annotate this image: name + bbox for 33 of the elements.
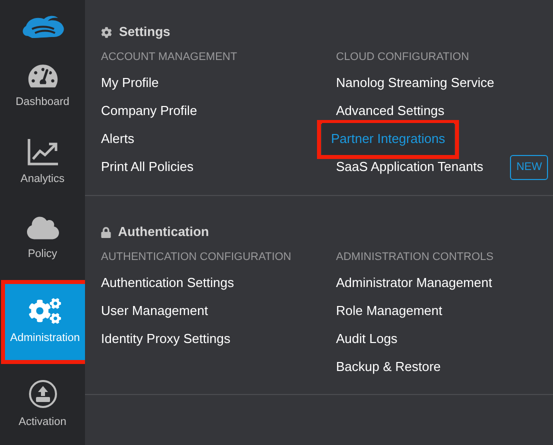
gauge-icon bbox=[28, 63, 58, 90]
line-chart-icon bbox=[26, 138, 58, 166]
menu-item[interactable]: Administrator Management bbox=[336, 273, 492, 293]
column-heading: AUTHENTICATION CONFIGURATION bbox=[101, 250, 292, 265]
menu-item[interactable]: Identity Proxy Settings bbox=[101, 329, 230, 349]
gears-icon bbox=[29, 297, 61, 326]
nav-item[interactable]: Analytics bbox=[0, 132, 85, 194]
column-heading: ACCOUNT MANAGEMENT bbox=[101, 50, 238, 65]
cloud-icon bbox=[26, 215, 58, 242]
menu-item[interactable]: SaaS Application Tenants bbox=[336, 157, 484, 177]
column-heading: CLOUD CONFIGURATION bbox=[336, 50, 470, 65]
menu-item[interactable]: Alerts bbox=[101, 129, 134, 149]
lock-icon bbox=[101, 226, 111, 238]
section-title: Settings bbox=[119, 23, 170, 42]
menu-item[interactable]: Company Profile bbox=[101, 101, 198, 121]
menu-item[interactable]: Authentication Settings bbox=[101, 273, 234, 293]
menu-item[interactable]: Backup & Restore bbox=[336, 357, 441, 377]
upload-icon bbox=[28, 379, 58, 410]
menu-item[interactable]: User Management bbox=[101, 301, 208, 321]
menu-item[interactable]: Role Management bbox=[336, 301, 442, 321]
gear-icon bbox=[101, 26, 112, 38]
menu-item[interactable]: My Profile bbox=[101, 73, 159, 93]
nav-item[interactable]: Activation bbox=[0, 374, 85, 436]
nav-item[interactable]: Policy bbox=[0, 208, 85, 270]
section-title: Authentication bbox=[118, 223, 209, 242]
menu-item[interactable]: Partner Integrations bbox=[322, 123, 454, 155]
menu-item[interactable]: Print All Policies bbox=[101, 157, 194, 177]
column-heading: ADMINISTRATION CONTROLS bbox=[336, 250, 494, 265]
menu-item[interactable]: Audit Logs bbox=[336, 329, 398, 349]
new-badge: NEW bbox=[510, 154, 548, 180]
menu-item[interactable]: Advanced Settings bbox=[336, 101, 444, 121]
menu-item[interactable]: Nanolog Streaming Service bbox=[336, 73, 494, 93]
nav-item[interactable]: Dashboard bbox=[0, 56, 85, 118]
